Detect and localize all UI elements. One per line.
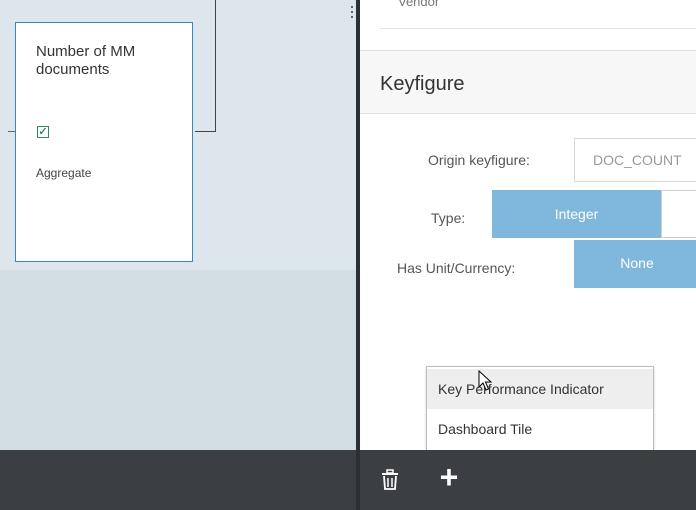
node-title: Number of MM documents: [36, 43, 136, 78]
keyfigure-section-header: Keyfigure: [360, 50, 696, 114]
vendor-field-row: Vendor: [380, 0, 696, 29]
menu-item-kpi[interactable]: Key Performance Indicator: [427, 369, 653, 409]
panel-footer-toolbar: [360, 450, 696, 510]
keyfigure-node-card[interactable]: Number of MM documents ✓ Aggregate: [15, 22, 193, 262]
vendor-field-label: Vendor: [398, 0, 440, 9]
mouse-cursor-icon: [478, 370, 493, 391]
trash-icon[interactable]: [378, 468, 402, 492]
type-other-button[interactable]: [661, 190, 696, 238]
plus-icon[interactable]: +: [436, 461, 462, 493]
canvas-lower-area: [0, 270, 356, 450]
menu-item-dashboard-tile[interactable]: Dashboard Tile: [427, 409, 653, 449]
aggregate-label: Aggregate: [36, 166, 92, 180]
add-menu: Key Performance Indicator Dashboard Tile: [426, 366, 654, 452]
type-label: Type:: [431, 210, 466, 226]
more-options-icon[interactable]: [351, 6, 354, 21]
section-title: Keyfigure: [380, 73, 465, 95]
type-integer-button[interactable]: Integer: [492, 190, 661, 238]
unit-none-button[interactable]: None: [574, 240, 696, 288]
origin-keyfigure-input[interactable]: DOC_COUNT: [574, 138, 696, 182]
unit-currency-label: Has Unit/Currency:: [397, 260, 516, 276]
origin-keyfigure-label: Origin keyfigure:: [428, 152, 530, 168]
connector-line: [195, 131, 216, 132]
aggregate-checkbox[interactable]: ✓: [37, 126, 49, 138]
connector-line: [215, 0, 216, 131]
canvas-footer-bar: [0, 450, 356, 510]
